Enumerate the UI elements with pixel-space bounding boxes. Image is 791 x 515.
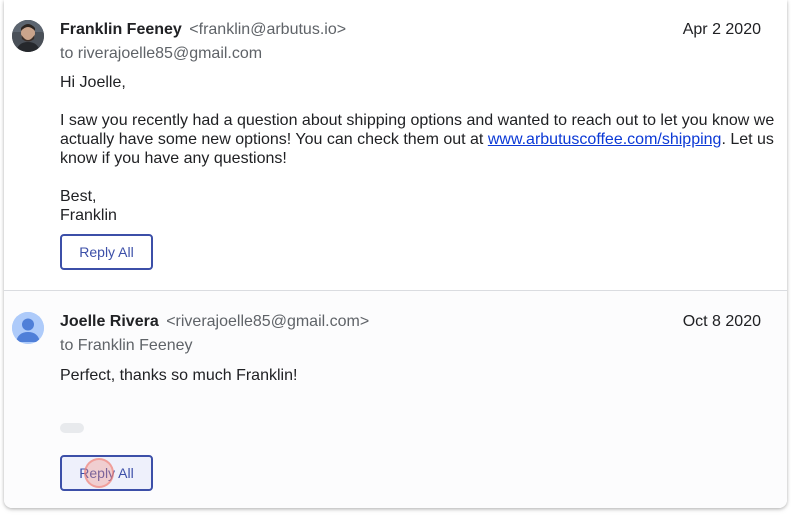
person-avatar-icon[interactable] <box>12 312 44 344</box>
message-body: Perfect, thanks so much Franklin! <box>60 366 780 385</box>
shipping-link[interactable]: www.arbutuscoffee.com/shipping <box>488 131 722 148</box>
signoff: Best, <box>60 188 97 205</box>
reply-all-button[interactable]: Reply All <box>60 455 153 491</box>
message-date: Oct 8 2020 <box>682 313 761 330</box>
signature: Franklin <box>60 207 117 224</box>
collapsed-content-chip[interactable] <box>60 423 84 433</box>
sender-name: Joelle Rivera <box>60 313 159 330</box>
greeting: Hi Joelle, <box>60 74 126 91</box>
message-franklin: Franklin Feeney <franklin@arbutus.io> Ap… <box>4 0 787 290</box>
reply-all-button[interactable]: Reply All <box>60 234 153 270</box>
sender: Franklin Feeney <franklin@arbutus.io> <box>60 21 346 39</box>
message-body: Hi Joelle, I saw you recently had a ques… <box>60 73 780 225</box>
message-date: Apr 2 2020 <box>682 21 761 38</box>
message-joelle: Joelle Rivera <riverajoelle85@gmail.com>… <box>4 290 787 508</box>
recipient: to Franklin Feeney <box>60 337 193 354</box>
email-thread: Franklin Feeney <franklin@arbutus.io> Ap… <box>4 0 787 508</box>
message-paragraph: I saw you recently had a question about … <box>60 111 780 168</box>
sender: Joelle Rivera <riverajoelle85@gmail.com> <box>60 313 369 331</box>
sender-email: <franklin@arbutus.io> <box>189 21 347 38</box>
avatar[interactable] <box>12 20 44 52</box>
sender-email: <riverajoelle85@gmail.com> <box>166 313 370 330</box>
recipient: to riverajoelle85@gmail.com <box>60 45 263 62</box>
sender-name: Franklin Feeney <box>60 21 182 38</box>
message-text: Perfect, thanks so much Franklin! <box>60 367 298 384</box>
